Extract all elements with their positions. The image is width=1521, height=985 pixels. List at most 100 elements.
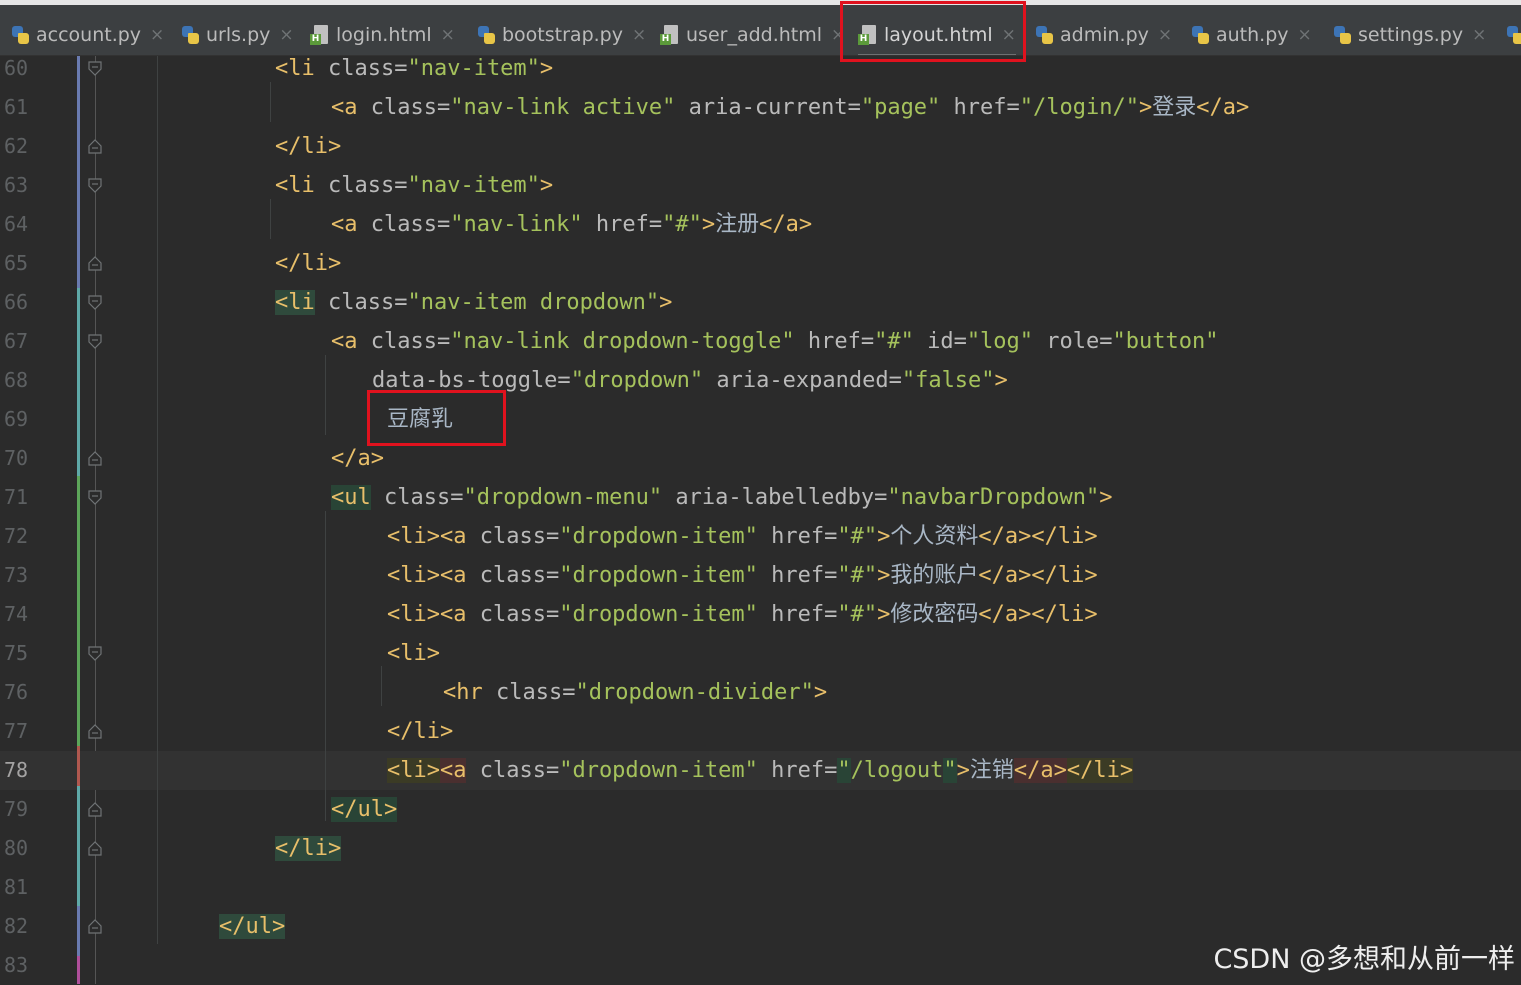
vcs-change-marker[interactable] [77, 288, 80, 476]
fold-close-icon[interactable] [88, 451, 102, 466]
code-token: id= [913, 329, 967, 354]
fold-close-icon[interactable] [88, 724, 102, 739]
indent-guide [325, 355, 326, 435]
code-token: > [956, 758, 970, 783]
vcs-change-marker[interactable] [77, 906, 80, 956]
code-line-67[interactable]: 67 <a class="nav-link dropdown-toggle" hr… [0, 322, 1521, 361]
code-token: > [877, 602, 891, 627]
code-editor[interactable]: 60 <li class="nav-item"> 61 <a class="nav-l… [0, 56, 1521, 984]
indent-guide [270, 199, 271, 239]
code-token: 我的账户 [890, 563, 979, 588]
code-token: </li> [275, 134, 342, 159]
code-text: <li> [387, 634, 440, 673]
code-text: <li><a class="dropdown-item" href="#">个人… [387, 517, 1098, 556]
code-token: "dropdown-item" [559, 524, 758, 549]
code-line-70[interactable]: 70 </a> [0, 439, 1521, 478]
code-token: href= [757, 602, 838, 627]
fold-open-icon[interactable] [88, 178, 102, 193]
code-token: "dropdown-menu" [463, 485, 663, 510]
line-number: 80 [4, 836, 29, 860]
fold-close-icon[interactable] [88, 919, 102, 934]
fold-open-icon[interactable] [88, 61, 102, 76]
code-line-68[interactable]: 68 data-bs-toggle="dropdown" aria-expande… [0, 361, 1521, 400]
line-number: 67 [4, 329, 29, 353]
code-line-66[interactable]: 66 <li class="nav-item dropdown"> [0, 283, 1521, 322]
python-file-icon [476, 24, 496, 46]
fold-close-icon[interactable] [88, 802, 102, 817]
code-token: <li [275, 173, 315, 198]
tab-label: urls.py [206, 24, 271, 46]
line-number: 66 [4, 290, 29, 314]
code-text: <li><a class="dropdown-item" href="/logo… [387, 751, 1134, 790]
code-line-64[interactable]: 64 <a class="nav-link" href="#">注册</a> [0, 205, 1521, 244]
code-token: 登录 [1152, 95, 1197, 120]
code-token: 个人资料 [890, 524, 979, 549]
code-token: <hr [443, 680, 483, 705]
code-token: "nav-link dropdown-toggle" [450, 329, 795, 354]
code-token: class= [357, 212, 451, 237]
fold-close-icon[interactable] [88, 139, 102, 154]
code-line-72[interactable]: 72 <li><a class="dropdown-item" href="#">… [0, 517, 1521, 556]
code-line-61[interactable]: 61 <a class="nav-link active" aria-curren… [0, 88, 1521, 127]
close-icon[interactable]: × [1472, 25, 1486, 45]
line-number: 63 [4, 173, 29, 197]
close-icon[interactable]: × [632, 25, 646, 45]
code-line-80[interactable]: 80 </li> [0, 829, 1521, 868]
code-line-79[interactable]: 79 </ul> [0, 790, 1521, 829]
code-token: </ul> [331, 797, 398, 822]
code-token: > [877, 563, 891, 588]
close-icon[interactable]: × [1298, 25, 1312, 45]
vcs-change-marker[interactable] [77, 476, 80, 746]
code-line-81[interactable]: 81 [0, 868, 1521, 907]
vcs-change-marker[interactable] [77, 56, 80, 288]
code-line-76[interactable]: 76 <hr class="dropdown-divider"> [0, 673, 1521, 712]
fold-open-icon[interactable] [88, 295, 102, 310]
fold-open-icon[interactable] [88, 646, 102, 661]
indent-guide [381, 666, 382, 706]
code-token: > [701, 212, 716, 237]
fold-open-icon[interactable] [88, 490, 102, 505]
close-icon[interactable]: × [150, 25, 164, 45]
fold-close-icon[interactable] [88, 841, 102, 856]
vcs-change-marker[interactable] [77, 956, 80, 984]
code-line-75[interactable]: 75 <li> [0, 634, 1521, 673]
python-file-icon [180, 24, 200, 46]
code-token: > [1099, 485, 1113, 510]
code-line-69[interactable]: 69 豆腐乳 [0, 400, 1521, 439]
close-icon[interactable]: × [279, 25, 293, 45]
code-line-74[interactable]: 74 <li><a class="dropdown-item" href="#">… [0, 595, 1521, 634]
fold-close-icon[interactable] [88, 256, 102, 271]
code-text: </ul> [331, 790, 398, 829]
code-token: "nav-item" [407, 173, 540, 198]
code-token: class= [482, 680, 576, 705]
vcs-change-marker[interactable] [77, 746, 80, 786]
code-line-73[interactable]: 73 <li><a class="dropdown-item" href="#">… [0, 556, 1521, 595]
vcs-change-marker[interactable] [77, 786, 80, 906]
code-text: <li class="nav-item dropdown"> [275, 283, 672, 322]
code-line-78[interactable]: 78 <li><a class="dropdown-item" href="/lo… [0, 751, 1521, 790]
code-text: </li> [387, 712, 453, 751]
code-token: aria-current= [675, 95, 861, 120]
code-token: class= [314, 56, 408, 81]
code-token: <a [331, 95, 358, 120]
code-line-63[interactable]: 63 <li class="nav-item"> [0, 166, 1521, 205]
code-line-65[interactable]: 65 </li> [0, 244, 1521, 283]
tab-label: user_add.html [686, 24, 823, 46]
code-line-62[interactable]: 62 </li> [0, 127, 1521, 166]
code-line-60[interactable]: 60 <li class="nav-item"> [0, 49, 1521, 88]
line-number: 65 [4, 251, 29, 275]
code-token: "nav-item" [407, 56, 540, 81]
fold-open-icon[interactable] [88, 334, 102, 349]
line-number: 72 [4, 524, 29, 548]
code-line-71[interactable]: 71 <ul class="dropdown-menu" aria-labelle… [0, 478, 1521, 517]
code-token: <li> [387, 641, 440, 666]
code-token: </ul> [219, 914, 286, 939]
code-token: class= [466, 524, 560, 549]
python-file-icon[interactable] [1505, 24, 1521, 46]
close-icon[interactable]: × [441, 25, 455, 45]
line-number: 70 [4, 446, 29, 470]
code-text: <a class="nav-link active" aria-current=… [331, 88, 1249, 127]
code-line-77[interactable]: 77 </li> [0, 712, 1521, 751]
line-number: 74 [4, 602, 29, 626]
close-icon[interactable]: × [1158, 25, 1172, 45]
